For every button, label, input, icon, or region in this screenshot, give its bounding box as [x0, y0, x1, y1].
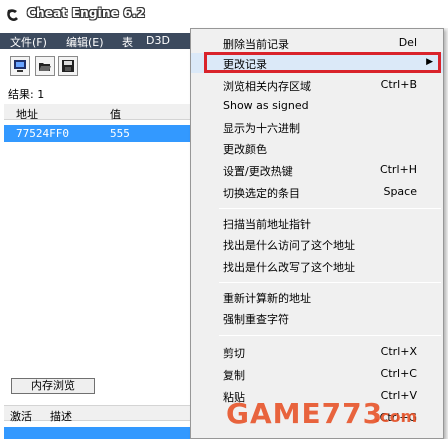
- menu-item-set-hotkey[interactable]: 设置/更改热键 Ctrl+H: [191, 160, 443, 180]
- menu-edit[interactable]: 编辑(E): [66, 34, 104, 50]
- save-table-button[interactable]: [58, 56, 78, 76]
- row-address: 77524FF0: [16, 127, 69, 140]
- menu-item-toggle-selected[interactable]: 切换选定的条目 Space: [191, 182, 443, 202]
- address-list-selected-row[interactable]: [4, 427, 190, 439]
- context-menu: 删除当前记录 Del 更改记录 ▶ 浏览相关内存区域 Ctrl+B Show a…: [190, 28, 444, 439]
- menu-separator: [219, 208, 441, 209]
- menu-item-change-color[interactable]: 更改颜色: [191, 138, 443, 158]
- found-list-header: 地址 值: [4, 104, 190, 122]
- found-list-row[interactable]: 77524FF0 555: [4, 125, 190, 142]
- column-value[interactable]: 值: [110, 106, 121, 122]
- cheat-engine-icon: [5, 7, 21, 23]
- folder-open-icon: [39, 63, 51, 71]
- address-list-header: 激活 描述: [4, 405, 190, 424]
- toolbar: [0, 52, 190, 78]
- menu-separator: [219, 282, 441, 283]
- window-edge: [444, 28, 448, 439]
- menu-item-cut[interactable]: 剪切 Ctrl+X: [191, 342, 443, 362]
- menu-bar: 文件(F) 编辑(E) 表 D3D: [0, 33, 190, 49]
- menu-item-delete-record[interactable]: 删除当前记录 Del: [191, 33, 443, 53]
- memory-view-button[interactable]: 内存浏览: [11, 378, 95, 394]
- computer-icon: [14, 60, 26, 72]
- column-address[interactable]: 地址: [16, 106, 38, 122]
- watermark-logo: GAME773: [226, 397, 384, 430]
- menu-separator: [219, 335, 441, 336]
- menu-item-recalculate-address[interactable]: 重新计算新的地址: [191, 287, 443, 307]
- row-value: 555: [110, 127, 130, 140]
- menu-item-pointer-scan[interactable]: 扫描当前地址指针: [191, 213, 443, 233]
- save-icon: [62, 60, 74, 72]
- menu-item-find-access[interactable]: 找出是什么访问了这个地址: [191, 234, 443, 254]
- menu-item-copy[interactable]: 复制 Ctrl+C: [191, 364, 443, 384]
- open-process-button[interactable]: [10, 56, 30, 76]
- watermark-domain: .com: [374, 407, 418, 426]
- menu-d3d[interactable]: D3D: [146, 34, 170, 47]
- column-description[interactable]: 描述: [50, 408, 72, 424]
- menu-item-browse-memory-region[interactable]: 浏览相关内存区域 Ctrl+B: [191, 75, 443, 95]
- window-title: Cheat Engine 6.2: [27, 6, 146, 20]
- title-bar: Cheat Engine 6.2: [0, 0, 448, 28]
- menu-item-find-write[interactable]: 找出是什么改写了这个地址: [191, 256, 443, 276]
- menu-item-show-as-hex[interactable]: 显示为十六进制: [191, 117, 443, 137]
- menu-table[interactable]: 表: [122, 34, 133, 50]
- load-table-button[interactable]: [35, 56, 55, 76]
- results-count: 结果: 1: [8, 88, 45, 101]
- menu-file[interactable]: 文件(F): [10, 34, 47, 50]
- column-active[interactable]: 激活: [10, 408, 32, 424]
- menu-item-force-recheck[interactable]: 强制重查字符: [191, 308, 443, 328]
- menu-item-show-as-signed[interactable]: Show as signed: [191, 96, 443, 116]
- highlight-box: [204, 52, 441, 73]
